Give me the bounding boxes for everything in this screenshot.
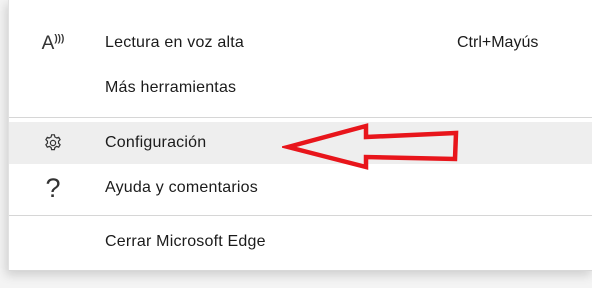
menu-item-label: Ayuda y comentarios [105, 179, 258, 196]
menu-item-close-edge[interactable]: Cerrar Microsoft Edge [9, 222, 592, 262]
menu-item-shortcut: Ctrl+Mayús [457, 34, 539, 51]
menu-item-label: Lectura en voz alta [105, 34, 244, 51]
menu-item-label: Configuración [105, 134, 207, 151]
menu-item-label: Cerrar Microsoft Edge [105, 233, 266, 250]
gear-icon [36, 122, 70, 164]
menu-item-read-aloud[interactable]: A))) Lectura en voz alta Ctrl+Mayús [9, 23, 592, 63]
left-arrow-icon [282, 123, 459, 170]
menu-divider [9, 117, 592, 118]
menu-divider [9, 215, 592, 216]
read-aloud-icon: A))) [41, 32, 65, 54]
menu-item-help-feedback[interactable]: ? Ayuda y comentarios [9, 168, 592, 208]
menu-item-label: Más herramientas [105, 79, 237, 96]
menu-item-more-tools[interactable]: Más herramientas [9, 68, 592, 108]
help-icon: ? [45, 172, 61, 203]
